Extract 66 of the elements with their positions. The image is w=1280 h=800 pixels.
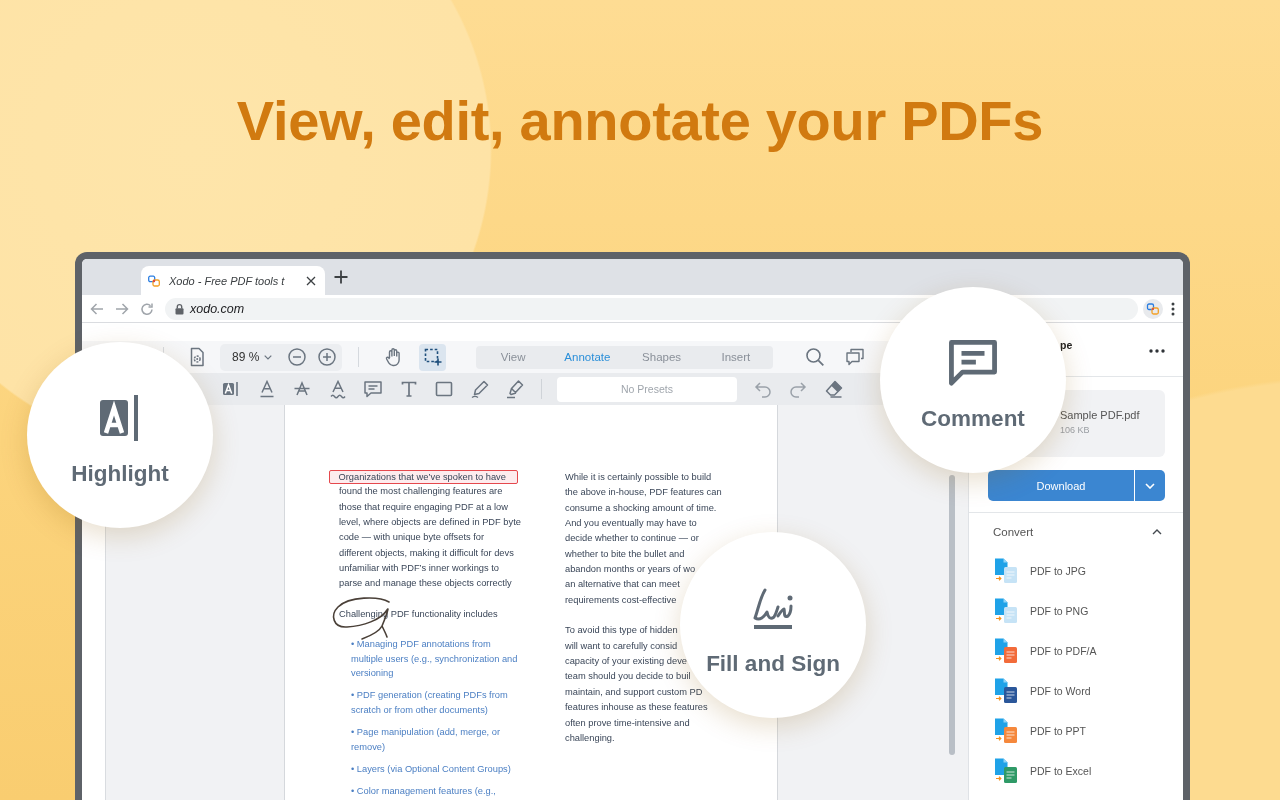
chevron-down-icon <box>264 354 273 360</box>
undo-icon[interactable] <box>752 379 773 399</box>
presets-field[interactable]: No Presets <box>557 376 737 402</box>
download-button[interactable]: Download <box>988 470 1134 501</box>
convert-option[interactable]: PDF to Excel <box>969 751 1183 791</box>
select-tool-button[interactable] <box>419 343 446 371</box>
paragraph-text: found the most challenging features are those that require engaging PDF at a low level, where objects are defined in PDF byte code — with unique byte offsets for different objects, making it difficult for devs unfamiliar with PDF’s inner workings to parse and manage these objects correctly <box>339 485 521 591</box>
convert-option[interactable]: PDF to PPT <box>969 711 1183 751</box>
more-options-icon[interactable] <box>1171 301 1175 316</box>
plus-icon[interactable] <box>334 270 348 284</box>
callout-label: Highlight <box>71 461 169 487</box>
list-item-text: • Layers (via Optional Content Groups) <box>351 763 511 774</box>
convert-section-toggle[interactable]: Convert <box>969 513 1183 551</box>
highlighted-text: Organizations that we’ve spoken to have <box>328 470 518 485</box>
hand-icon <box>383 347 403 367</box>
file-name: Sample PDF.pdf <box>1060 409 1140 422</box>
paragraph-text: While it is certainly possible to build the above in-house, PDF features can consume a shocking amount of time. And you eventually may have to decide whether to continue — or whether to bite the bullet and abandon months or years of wo an alternative that can meet requirements cost-effective <box>565 471 722 607</box>
chevron-down-icon <box>1145 482 1155 489</box>
eraser-icon[interactable] <box>823 379 844 399</box>
download-options-button[interactable] <box>1135 470 1165 501</box>
file-convert-icon <box>994 758 1018 784</box>
comment-icon <box>948 340 998 386</box>
zoom-dropdown[interactable]: 89 % <box>232 350 273 364</box>
chevron-up-icon <box>1152 529 1162 535</box>
callout-label: Comment <box>921 406 1025 432</box>
file-convert-icon <box>994 598 1018 624</box>
more-options-icon[interactable] <box>1149 349 1165 353</box>
list-item-text: • Page manipulation (add, merge, or remove) <box>351 727 500 752</box>
lock-icon <box>175 302 184 315</box>
convert-option[interactable]: PDF to PNG <box>969 591 1183 631</box>
forward-icon[interactable] <box>115 301 129 316</box>
file-convert-icon <box>994 718 1018 744</box>
file-convert-icon <box>994 678 1018 704</box>
comment-icon[interactable] <box>363 379 383 399</box>
headline: View, edit, annotate your PDFs <box>235 88 1045 153</box>
list-item-text: • PDF generation (creating PDFs from scratch or from other documents) <box>351 690 508 715</box>
reload-icon[interactable] <box>140 301 154 316</box>
app-logo-icon <box>148 274 160 287</box>
convert-option[interactable]: PDF to Word <box>969 671 1183 711</box>
zoom-in-icon[interactable] <box>318 348 337 366</box>
pen-icon[interactable] <box>469 379 490 399</box>
extension-icon[interactable] <box>1143 298 1163 319</box>
list-item-text: • Managing PDF annotations from multiple users (e.g., synchronization and versioning <box>351 638 518 679</box>
paragraph-text: To avoid this type of hidden will want to carefully consid capacity of your existing deve team should you decide to buil maintain, and support custom PD features inhouse as these features often prove time-intensive and challenging. <box>565 624 708 745</box>
zoom-out-icon[interactable] <box>288 348 307 366</box>
convert-option[interactable]: PDF to PDF/A <box>969 631 1183 671</box>
file-convert-icon <box>994 638 1018 664</box>
highlight-text-icon[interactable] <box>221 379 241 399</box>
convert-option[interactable]: PDF to JPG <box>969 551 1183 591</box>
list-item-text: • Color management features (e.g., <box>351 786 496 797</box>
file-size: 106 KB <box>1060 425 1090 436</box>
file-convert-icon <box>994 558 1018 584</box>
signature-icon <box>751 587 795 631</box>
rectangle-icon[interactable] <box>434 379 454 399</box>
highlight-text-icon <box>100 395 140 441</box>
callout-label: Fill and Sign <box>706 651 840 677</box>
search-icon[interactable] <box>805 347 825 367</box>
highlighter-icon[interactable] <box>505 379 525 399</box>
close-icon[interactable] <box>306 275 316 286</box>
redo-icon[interactable] <box>788 379 808 399</box>
scrollbar[interactable] <box>949 475 955 755</box>
marquee-select-icon <box>423 348 442 366</box>
panel-title: pe <box>1060 339 1073 351</box>
back-icon[interactable] <box>90 301 104 316</box>
comments-icon[interactable] <box>845 347 865 367</box>
browser-tab[interactable]: Xodo - Free PDF tools t <box>141 266 325 295</box>
